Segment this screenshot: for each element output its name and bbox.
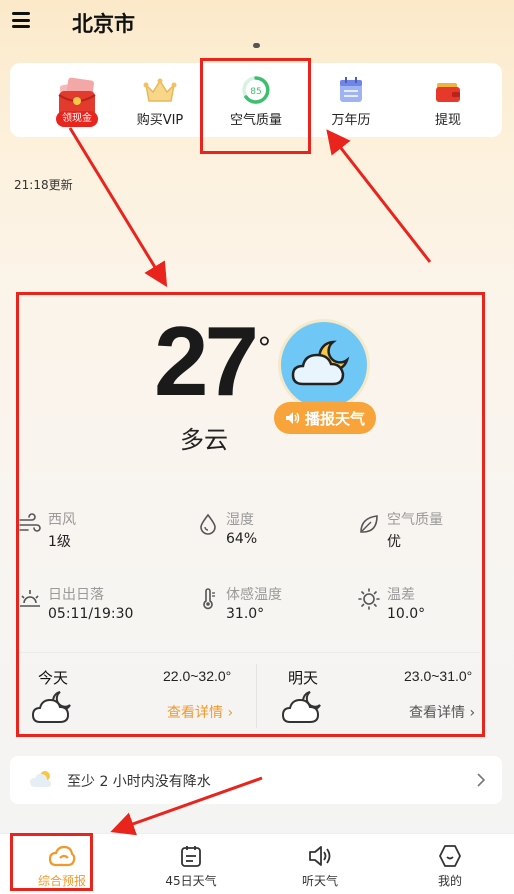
weather-icon-badge [278,319,370,411]
current-temperature: 27 [154,306,259,416]
buy-vip-label: 购买VIP [136,113,184,128]
nav-label: 综合预报 [37,874,86,888]
stat-value: 1级 [48,534,71,550]
cloud-sun-icon [30,771,51,787]
precipitation-notice-text: 至少 2 小时内没有降水 [67,774,211,790]
shortcut-withdraw[interactable]: 提现 [403,63,493,137]
stat-value: 10.0° [387,606,426,622]
divider [256,664,257,728]
stat-sunrise-sunset: 日出日落 05:11/19:30 [18,584,168,624]
nav-label: 我的 [437,874,462,888]
stat-label: 西风 [48,512,76,528]
city-title[interactable]: 北京市 [72,8,135,38]
stat-label: 体感温度 [226,587,282,603]
humidity-drop-icon [200,513,216,535]
stat-label: 日出日落 [48,587,104,603]
calendar-icon [340,77,362,102]
stat-humidity: 湿度 64% [196,509,346,549]
partly-cloudy-night-icon [291,340,350,386]
stat-feels-like: 体感温度 31.0° [196,584,346,624]
stat-label: 湿度 [226,512,254,528]
divider [18,652,480,653]
broadcast-weather-label: 播报天气 [304,409,365,428]
wallet-icon [436,83,460,102]
calendar-list-icon [181,846,201,867]
stat-value: 05:11/19:30 [48,606,134,622]
stat-air-quality: 空气质量 优 [357,509,507,550]
current-condition: 多云 [180,426,228,454]
shortcut-bar: 领现金 购买VIP 85 空气质量 万年历 提现 [10,63,502,137]
perpetual-calendar-label: 万年历 [331,113,371,128]
withdraw-label: 提现 [434,113,461,128]
leaf-icon [360,515,378,533]
precipitation-notice[interactable]: 至少 2 小时内没有降水 [10,756,502,804]
tomorrow-title: 明天 [288,669,319,687]
shortcut-air-quality[interactable]: 85 空气质量 [211,63,301,137]
speaker-icon [309,846,331,866]
thermometer-icon [203,588,215,610]
stat-temperature-difference: 温差 10.0° [357,584,507,624]
nav-me[interactable]: 我的 [400,834,500,894]
today-temperature-range: 22.0~32.0° [163,668,232,684]
stat-label: 空气质量 [387,512,443,528]
tomorrow-temperature-range: 23.0~31.0° [404,668,473,684]
air-quality-label: 空气质量 [229,113,282,128]
top-bar: 北京市 [0,0,514,44]
air-quality-gauge-value: 85 [250,87,261,97]
sun-icon [358,588,380,610]
annotation-arrow [326,129,432,263]
profile-hex-icon [439,845,461,867]
stat-wind: 西风 1级 [18,509,168,550]
nav-comprehensive-forecast[interactable]: 综合预报 [12,834,112,894]
today-details-link[interactable]: 查看详情 › [167,702,233,722]
page-indicator-dot [253,43,260,48]
vip-crown-icon [143,78,177,102]
update-time: 21:18更新 [14,178,73,192]
air-quality-gauge-icon: 85 [242,76,270,104]
wind-icon [19,513,41,532]
broadcast-weather-button[interactable]: 播报天气 [274,402,376,434]
nav-listen-weather[interactable]: 听天气 [270,834,370,894]
shortcut-claim-cash[interactable]: 领现金 [32,63,122,137]
annotation-arrow [68,127,168,288]
cloudy-night-icon [31,691,71,723]
degree-symbol: ° [258,330,271,366]
menu-button[interactable] [12,10,30,30]
sunrise-icon [20,590,40,607]
shortcut-buy-vip[interactable]: 购买VIP [115,63,205,137]
stat-label: 温差 [387,587,415,603]
nav-45-day-weather[interactable]: 45日天气 [141,834,241,894]
chevron-right-icon [477,773,486,787]
stat-value: 优 [387,534,401,550]
speaker-icon [285,412,300,424]
cloudy-night-icon [281,691,321,723]
bottom-navigation: 综合预报 45日天气 听天气 我的 [0,833,514,894]
stat-value: 64% [226,531,258,547]
shortcut-perpetual-calendar[interactable]: 万年历 [306,63,396,137]
stat-value: 31.0° [226,606,265,622]
nav-label: 听天气 [301,874,338,888]
claim-cash-badge: 领现金 [56,111,98,127]
nav-label: 45日天气 [165,874,217,888]
tomorrow-details-link[interactable]: 查看详情 › [409,702,475,722]
cloud-outline-icon [48,845,76,867]
today-title: 今天 [38,669,69,687]
